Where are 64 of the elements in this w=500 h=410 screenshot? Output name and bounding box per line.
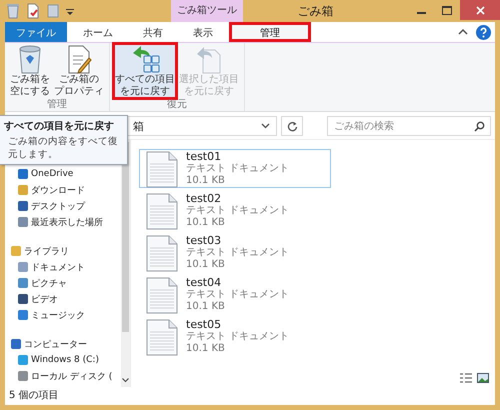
document-check-icon[interactable] bbox=[26, 3, 40, 19]
search-icon bbox=[474, 121, 485, 132]
ribbon-button[interactable]: すべての項目 を元に戻す bbox=[113, 43, 177, 99]
nav-item[interactable]: OneDrive bbox=[5, 166, 121, 182]
nav-item[interactable]: ローカル ディスク ( bbox=[5, 368, 121, 384]
file-name: test05 bbox=[186, 318, 222, 330]
ribbon-tab[interactable]: ファイル bbox=[5, 22, 67, 42]
refresh-icon bbox=[286, 120, 298, 132]
status-text: 5 個の項目 bbox=[8, 389, 60, 403]
file-size: 10.1 KB bbox=[186, 174, 226, 186]
file-type: テキスト ドキュメント bbox=[186, 246, 290, 258]
file-item[interactable]: test02 テキスト ドキュメント 10.1 KB bbox=[139, 191, 331, 230]
nav-item[interactable]: 最近表示した場所 bbox=[5, 214, 121, 230]
ribbon-button[interactable]: ごみ箱の プロパティ bbox=[52, 43, 106, 99]
search-field[interactable]: ごみ箱の検索 bbox=[327, 116, 491, 136]
scrollbar[interactable] bbox=[121, 140, 130, 387]
ribbon-group-label: 管理 bbox=[46, 99, 68, 111]
context-tab-header: ごみ箱ツール bbox=[171, 0, 243, 22]
tooltip-text: ごみ箱の内容をすべて復元します。 bbox=[7, 135, 119, 161]
nav-item[interactable]: ドキュメント bbox=[5, 259, 121, 275]
collapse-ribbon-icon[interactable] bbox=[458, 28, 468, 36]
nav-item[interactable]: コンピューター bbox=[5, 336, 121, 352]
file-name: test02 bbox=[186, 192, 222, 204]
text-document-icon bbox=[144, 150, 180, 188]
file-name: test01 bbox=[186, 150, 222, 162]
file-type: テキスト ドキュメント bbox=[186, 330, 290, 342]
ribbon-group-label: 復元 bbox=[166, 99, 188, 111]
details-view-icon[interactable] bbox=[460, 373, 472, 383]
file-item[interactable]: test04 テキスト ドキュメント 10.1 KB bbox=[139, 275, 331, 314]
file-size: 10.1 KB bbox=[186, 300, 226, 312]
text-document-icon bbox=[144, 276, 180, 314]
ribbon-button[interactable]: ごみ箱を 空にする bbox=[8, 43, 52, 99]
minimize-icon bbox=[416, 12, 426, 14]
file-item[interactable]: test05 テキスト ドキュメント 10.1 KB bbox=[139, 317, 331, 356]
scroll-down-icon[interactable] bbox=[122, 378, 129, 383]
nav-item[interactable]: ビデオ bbox=[5, 291, 121, 307]
large-icons-view-icon[interactable] bbox=[477, 373, 489, 383]
file-name: test04 bbox=[186, 276, 222, 288]
file-type: テキスト ドキュメント bbox=[186, 288, 290, 300]
ribbon-tab[interactable]: 管理 bbox=[229, 22, 311, 42]
file-size: 10.1 KB bbox=[186, 216, 226, 228]
text-document-icon bbox=[144, 234, 180, 272]
dropdown-icon[interactable] bbox=[261, 123, 270, 129]
text-document-icon bbox=[144, 192, 180, 230]
file-type: テキスト ドキュメント bbox=[186, 204, 290, 216]
nav-item[interactable]: ダウンロード bbox=[5, 182, 121, 198]
file-type: テキスト ドキュメント bbox=[186, 162, 290, 174]
nav-item[interactable]: ピクチャ bbox=[5, 275, 121, 291]
help-icon[interactable] bbox=[476, 24, 491, 40]
text-document-icon bbox=[144, 318, 180, 356]
nav-item[interactable]: デスクトップ bbox=[5, 198, 121, 214]
file-name: test03 bbox=[186, 234, 222, 246]
file-item[interactable]: test01 テキスト ドキュメント 10.1 KB bbox=[139, 149, 331, 188]
nav-item[interactable]: ライブラリ bbox=[5, 243, 121, 259]
file-size: 10.1 KB bbox=[186, 342, 226, 354]
maximize-icon bbox=[442, 6, 452, 14]
refresh-button[interactable] bbox=[281, 116, 303, 136]
close-icon bbox=[476, 6, 484, 14]
file-size: 10.1 KB bbox=[186, 258, 226, 270]
nav-item[interactable]: ミュージック bbox=[5, 307, 121, 323]
nav-item[interactable]: Windows 8 (C:) bbox=[5, 352, 121, 368]
close-button[interactable] bbox=[460, 0, 500, 20]
window-title: ごみ箱 bbox=[296, 2, 334, 20]
file-item[interactable]: test03 テキスト ドキュメント 10.1 KB bbox=[139, 233, 331, 272]
